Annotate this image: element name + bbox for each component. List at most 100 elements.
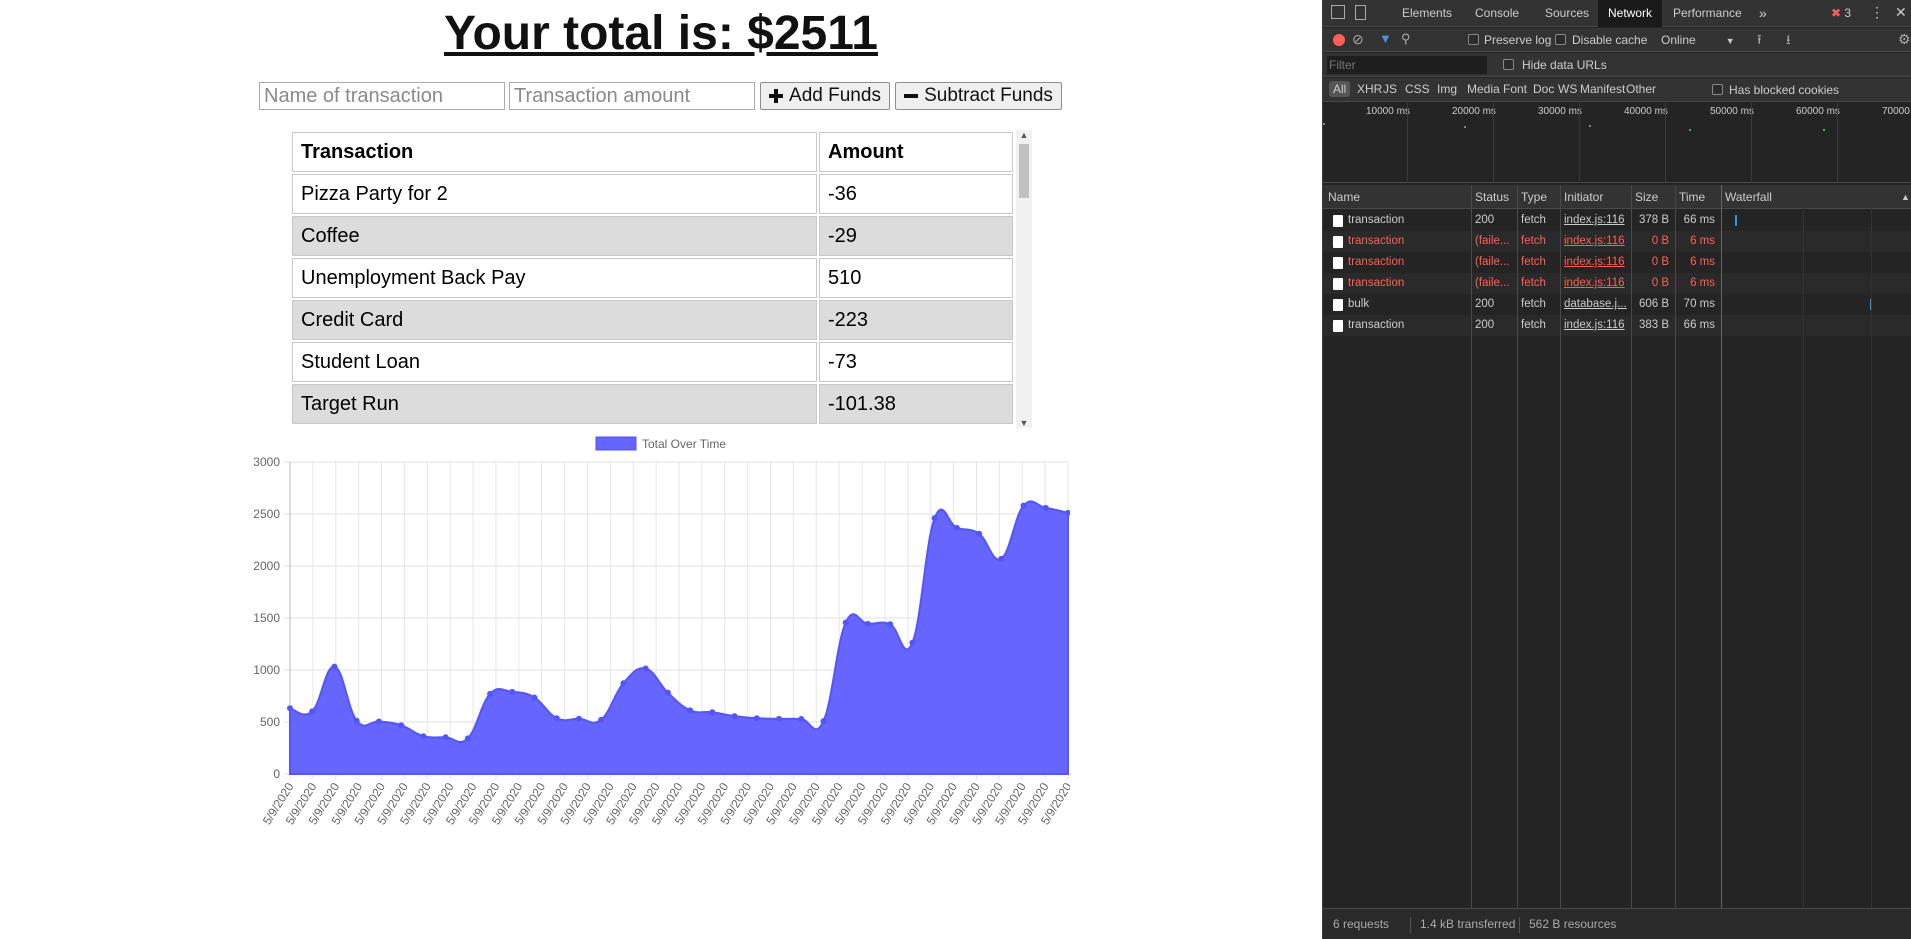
data-point — [731, 713, 738, 720]
request-row[interactable]: transaction (faile... fetch index.js:116 0 B… — [1323, 252, 1911, 273]
transaction-amount-cell: -101.38 — [819, 384, 1013, 424]
timeline-request-mark — [1464, 126, 1466, 128]
table-row: Pizza Party for 2 -36 — [292, 174, 1013, 214]
column-header-name[interactable]: Name — [1328, 185, 1468, 209]
search-icon[interactable]: ⚲ — [1401, 31, 1411, 47]
record-icon[interactable] — [1333, 34, 1345, 46]
column-header-initiator[interactable]: Initiator — [1564, 185, 1630, 209]
column-header-time[interactable]: Time — [1679, 185, 1721, 209]
transaction-amount-cell: -73 — [819, 342, 1013, 382]
type-filter-js[interactable]: JS — [1383, 82, 1397, 96]
document-icon — [1333, 257, 1343, 269]
column-header-size[interactable]: Size — [1635, 185, 1675, 209]
tab-console[interactable]: Console — [1469, 0, 1525, 27]
tab-elements[interactable]: Elements — [1396, 0, 1458, 27]
disable-cache-checkbox[interactable] — [1555, 34, 1566, 45]
document-icon — [1333, 236, 1343, 248]
hide-data-urls-checkbox[interactable] — [1503, 59, 1514, 70]
disable-cache-label: Disable cache — [1572, 33, 1648, 47]
request-time: 6 ms — [1690, 256, 1715, 268]
request-status: (faile... — [1475, 256, 1510, 268]
scroll-up-arrow-icon[interactable]: ▲ — [1016, 130, 1032, 140]
type-filter-all[interactable]: All — [1329, 81, 1351, 97]
total-heading: Your total is: $2511 — [444, 7, 878, 60]
legend-label: Total Over Time — [642, 437, 726, 451]
transaction-amount-input[interactable] — [509, 82, 755, 110]
type-filter-manifest[interactable]: Manifest — [1580, 82, 1625, 96]
subtract-funds-button[interactable]: Subtract Funds — [895, 82, 1062, 110]
timeline-request-mark — [1823, 129, 1825, 131]
request-time: 66 ms — [1683, 214, 1715, 226]
preserve-log-label: Preserve log — [1484, 33, 1552, 47]
transaction-name-input[interactable] — [259, 82, 505, 110]
column-header-type[interactable]: Type — [1521, 185, 1561, 209]
column-header-status[interactable]: Status — [1475, 185, 1517, 209]
sort-ascending-icon[interactable]: ▲ — [1901, 185, 1910, 209]
data-point — [553, 715, 560, 722]
network-overview-timeline[interactable]: 10000 ms 20000 ms 30000 ms 40000 ms 50000 ms… — [1323, 103, 1911, 183]
timeline-tick-label: 20000 ms — [1452, 106, 1496, 117]
blocked-cookies-checkbox[interactable] — [1712, 84, 1723, 95]
table-row: Credit Card -223 — [292, 300, 1013, 340]
request-initiator[interactable]: index.js:116 — [1564, 273, 1630, 294]
request-status: (faile... — [1475, 277, 1510, 289]
filter-input[interactable] — [1327, 56, 1487, 74]
settings-gear-icon[interactable]: ⚙ — [1898, 31, 1911, 48]
kebab-menu-icon[interactable]: ⋮ — [1870, 4, 1884, 21]
type-filter-doc[interactable]: Doc — [1533, 82, 1554, 96]
filter-icon[interactable]: ▼ — [1379, 31, 1392, 46]
type-filter-font[interactable]: Font — [1503, 82, 1527, 96]
close-icon[interactable]: ✕ — [1895, 4, 1907, 21]
type-filter-other[interactable]: Other — [1626, 82, 1656, 96]
devtools-panel: Elements Console Sources Network Perform… — [1322, 0, 1911, 939]
request-initiator[interactable]: index.js:116 — [1564, 231, 1630, 252]
clear-icon[interactable]: ⊘ — [1352, 31, 1364, 48]
type-filter-ws[interactable]: WS — [1558, 82, 1577, 96]
request-name: transaction — [1348, 319, 1405, 331]
data-point — [776, 715, 783, 722]
throttle-select[interactable]: Online ▼ — [1661, 33, 1735, 47]
requests-count: 6 requests — [1333, 917, 1390, 931]
timeline-tick-label: 50000 ms — [1710, 106, 1754, 117]
more-tabs-icon[interactable]: » — [1753, 0, 1773, 27]
timeline-tick-label: 60000 ms — [1796, 106, 1840, 117]
timeline-request-mark — [1323, 123, 1325, 125]
type-filter-xhr[interactable]: XHR — [1357, 82, 1382, 96]
add-funds-button[interactable]: Add Funds — [760, 82, 890, 110]
request-name: transaction — [1348, 256, 1405, 268]
type-filter-css[interactable]: CSS — [1405, 82, 1430, 96]
upload-icon[interactable]: ⭱ — [1757, 31, 1762, 53]
transactions-table-container[interactable]: Transaction Amount Pizza Party for 2 -36 C… — [290, 130, 1032, 428]
requests-table-header: Name Status Type Initiator Size Time Waterfall… — [1323, 185, 1911, 209]
tab-network[interactable]: Network — [1598, 0, 1663, 27]
data-point — [309, 708, 316, 715]
type-filter-img[interactable]: Img — [1437, 82, 1457, 96]
request-row[interactable]: transaction 200 fetch index.js:116 383 B 66 m… — [1323, 315, 1911, 336]
request-initiator[interactable]: index.js:116 — [1564, 315, 1630, 336]
scroll-down-arrow-icon[interactable]: ▼ — [1016, 418, 1032, 428]
type-filter-media[interactable]: Media — [1467, 82, 1500, 96]
preserve-log-checkbox[interactable] — [1468, 34, 1479, 45]
scroll-thumb[interactable] — [1019, 144, 1029, 198]
network-summary-bar: 6 requests 1.4 kB transferred 562 B reso… — [1323, 908, 1911, 939]
tab-sources[interactable]: Sources — [1539, 0, 1595, 27]
device-toolbar-icon[interactable] — [1355, 5, 1366, 20]
data-point — [642, 665, 649, 672]
column-header-waterfall[interactable]: Waterfall — [1725, 185, 1905, 209]
error-count-badge[interactable]: ✖ 3 — [1831, 6, 1851, 20]
request-initiator[interactable]: index.js:116 — [1564, 252, 1630, 273]
request-time: 6 ms — [1690, 277, 1715, 289]
request-row[interactable]: transaction 200 fetch index.js:116 378 B 66 m… — [1323, 210, 1911, 231]
request-row[interactable]: transaction (faile... fetch index.js:116 0 B… — [1323, 273, 1911, 294]
request-type: fetch — [1521, 214, 1546, 226]
inspect-element-icon[interactable] — [1331, 5, 1345, 19]
tab-performance[interactable]: Performance — [1667, 0, 1748, 27]
data-point — [909, 639, 916, 646]
request-initiator[interactable]: database.j... — [1564, 294, 1630, 315]
table-scrollbar[interactable]: ▲ ▼ — [1016, 130, 1032, 428]
download-icon[interactable]: ⭳ — [1786, 31, 1791, 53]
data-point — [976, 530, 983, 537]
request-row[interactable]: bulk 200 fetch database.j... 606 B 70 ms — [1323, 294, 1911, 315]
request-initiator[interactable]: index.js:116 — [1564, 210, 1630, 231]
request-row[interactable]: transaction (faile... fetch index.js:116 0 B… — [1323, 231, 1911, 252]
